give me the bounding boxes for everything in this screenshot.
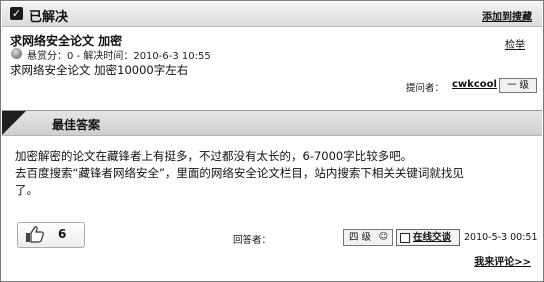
report-link[interactable]: 检举 — [505, 36, 525, 51]
check-icon: ✓ — [10, 7, 23, 20]
asker-label: 提问者： — [406, 83, 445, 94]
answerer-level-badge[interactable]: 四 级 ☺ — [343, 229, 393, 246]
add-to-favorites-link[interactable]: 添加到搜藏 — [482, 8, 532, 23]
answerer-label: 回答者： — [233, 235, 272, 246]
resolved-header: ✓ 已解决 添加到搜藏 — [2, 2, 542, 27]
like-button[interactable]: 6 — [17, 222, 85, 248]
answer-line: 加密解密的论文在藏锋者上有挺多，不过都没有太长的，6-7000字比较多吧。 — [15, 149, 413, 163]
answer-date: 2010-5-3 00:51 — [464, 232, 538, 243]
asker-name-link[interactable]: cwkcool — [452, 79, 497, 90]
corner-flag-icon — [2, 111, 26, 135]
chat-icon — [400, 233, 410, 243]
answerer-level-text: 四 级 — [349, 232, 372, 243]
resolved-title: 已解决 — [29, 10, 69, 25]
answer-text: 加密解密的论文在藏锋者上有挺多，不过都没有太长的，6-7000字比较多吧。 去百… — [15, 148, 535, 199]
online-chat-button[interactable]: 在线交谈 — [396, 229, 460, 246]
coin-icon — [11, 48, 22, 59]
thumb-up-icon — [26, 226, 44, 243]
best-answer-title: 最佳答案 — [52, 118, 101, 132]
answer-page: ✓ 已解决 添加到搜藏 求网络安全论文 加密 检举 悬赏分：0 - 解决时间：2… — [0, 0, 544, 282]
comment-link[interactable]: 我来评论>> — [474, 253, 531, 268]
asker-level-badge[interactable]: 一 级 — [499, 78, 537, 93]
question-body: 求网络安全论文 加密10000字左右 — [10, 63, 189, 77]
like-count: 6 — [58, 227, 67, 241]
question-meta: 悬赏分：0 - 解决时间：2010-6-3 10:55 — [27, 51, 211, 62]
answer-line: 去百度搜索“藏锋者网络安全”，里面的网络安全论文栏目，站内搜索下相关关键词就找见 — [15, 166, 464, 180]
answer-line: 了。 — [15, 183, 38, 197]
best-answer-header: 最佳答案 — [2, 110, 542, 136]
user-icon: ☺ — [378, 232, 388, 242]
online-chat-label: 在线交谈 — [413, 232, 452, 243]
